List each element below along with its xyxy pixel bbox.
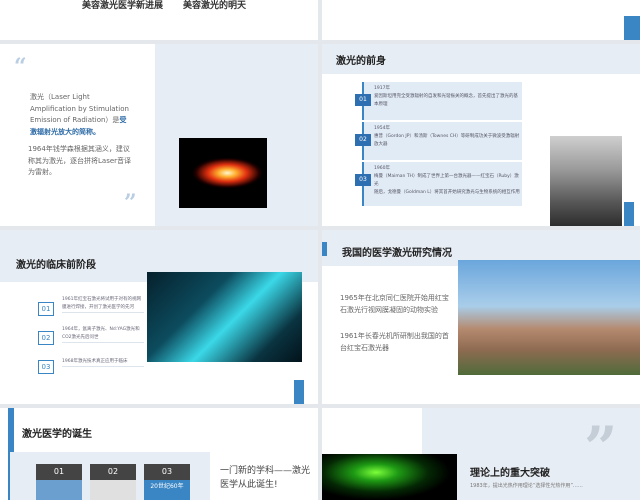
slide3-paragraph-2: 1964年钱学森根据其涵义，建议称其为激光，逐台拼将Laser音译为雷射。 xyxy=(28,145,132,176)
column-02: 02 xyxy=(90,464,136,500)
quote-close-icon: ” xyxy=(124,190,137,216)
laser-device-image xyxy=(147,272,302,362)
quote-open-icon: “ xyxy=(14,54,27,80)
column-03: 03 20世纪60年 xyxy=(144,464,190,500)
slide3-text-panel: “ 激光（Laser Light Amplification by Stimul… xyxy=(0,44,155,226)
slide-6: 我国的医学激光研究情况 1965年在北京同仁医院开始用红宝石激光行视网膜凝固的动… xyxy=(322,230,640,404)
slide-4: 激光的前身 01 1917年 爱因斯坦用完全受激辐射的自发和光谐振关的概念，首先… xyxy=(322,44,640,226)
slide4-title: 激光的前身 xyxy=(336,56,386,67)
timeline-num: 03 xyxy=(355,174,371,186)
timeline-item: 03 1960年 梅曼（Maiman TH）制成了世界上第一台激光器——红宝石（… xyxy=(355,162,522,206)
slide-3: “ 激光（Laser Light Amplification by Stimul… xyxy=(0,44,318,226)
timeline-num: 02 xyxy=(355,134,371,146)
timeline-text: 1917年 爱因斯坦用完全受激辐射的自发和光谐振关的概念，首先提出了激光的基本原… xyxy=(374,86,518,107)
green-laser-image xyxy=(322,454,457,500)
column-01: 01 xyxy=(36,464,82,500)
slide1-label-a: 美容激光医学新进展 xyxy=(82,1,164,11)
slide7-tagline: 一门新的学科——激光医学从此诞生! xyxy=(220,466,311,490)
item-num: 03 xyxy=(38,360,54,374)
slide-5: 激光的临床前阶段 01 1961年红宝石激光将试用于对有的视网膜进行焊接，开创了… xyxy=(0,230,318,404)
timeline-num: 01 xyxy=(355,94,371,106)
slide8-title: 理论上的重大突破 xyxy=(470,468,550,479)
item-num: 02 xyxy=(38,331,54,345)
slide6-paragraph-1: 1965年在北京同仁医院开始用红宝石激光行视网膜凝固的动物实验 xyxy=(340,294,449,314)
slide6-title: 我国的医学激光研究情况 xyxy=(342,248,452,259)
column-body xyxy=(36,480,82,500)
item-num: 01 xyxy=(38,302,54,316)
slide-8: ” 理论上的重大突破 1983年，提出光热作用理论“选择性光热作用”…… xyxy=(322,408,640,500)
slide5-title: 激光的临床前阶段 xyxy=(16,260,96,271)
timeline-item: 02 1954年 惠普（Gordon JP）和汤斯（Townes CH）等研制成… xyxy=(355,122,522,160)
slide-1: 美容激光医学新进展 美容激光的明天 xyxy=(0,0,318,40)
column-num: 02 xyxy=(90,464,136,480)
accent-bar xyxy=(624,202,634,226)
timeline-text: 1954年 惠普（Gordon JP）和汤斯（Townes CH）等研制成功关于… xyxy=(374,126,520,147)
timeline-text: 1960年 梅曼（Maiman TH）制成了世界上第一台激光器——红宝石（Rub… xyxy=(374,166,520,195)
slide-2 xyxy=(322,0,640,40)
hospital-building-image xyxy=(458,260,640,375)
quote-mark-icon: ” xyxy=(584,414,618,482)
slide3-paragraph-1: 激光（Laser Light Amplification by Stimulat… xyxy=(30,92,130,138)
accent-bar xyxy=(624,16,640,40)
slide6-paragraph-2: 1961年长春光机所研制出我国的首台红宝石激光器 xyxy=(340,332,449,352)
laser-beam-image xyxy=(179,138,267,208)
slide8-body: 1983年，提出光热作用理论“选择性光热作用”…… xyxy=(470,483,583,489)
column-num: 01 xyxy=(36,464,82,480)
title-marker xyxy=(322,242,327,256)
para1-normal: 激光（Laser Light Amplification by Stimulat… xyxy=(30,93,129,124)
timeline-item: 01 1917年 爱因斯坦用完全受激辐射的自发和光谐振关的概念，首先提出了激光的… xyxy=(355,82,522,120)
accent-bar xyxy=(294,380,304,404)
slide7-title: 激光医学的诞生 xyxy=(22,429,92,440)
column-body xyxy=(90,480,136,500)
column-num: 03 xyxy=(144,464,190,480)
slide-7: 激光医学的诞生 01 02 03 20世纪60年 一门新的学科——激光医学从此诞… xyxy=(0,408,318,500)
slide1-label-b: 美容激光的明天 xyxy=(183,1,247,11)
portrait-image xyxy=(550,136,622,226)
column-body: 20世纪60年 xyxy=(144,480,190,500)
item-text: 1964年，氩离子激光、Nd:YAG激光和CO2激光先后问世 xyxy=(62,326,144,343)
item-text: 1968年激光技术真正应用于临床 xyxy=(62,358,144,367)
item-text: 1961年红宝石激光将试用于对有的视网膜进行焊接，开创了激光医学的先河 xyxy=(62,296,144,313)
